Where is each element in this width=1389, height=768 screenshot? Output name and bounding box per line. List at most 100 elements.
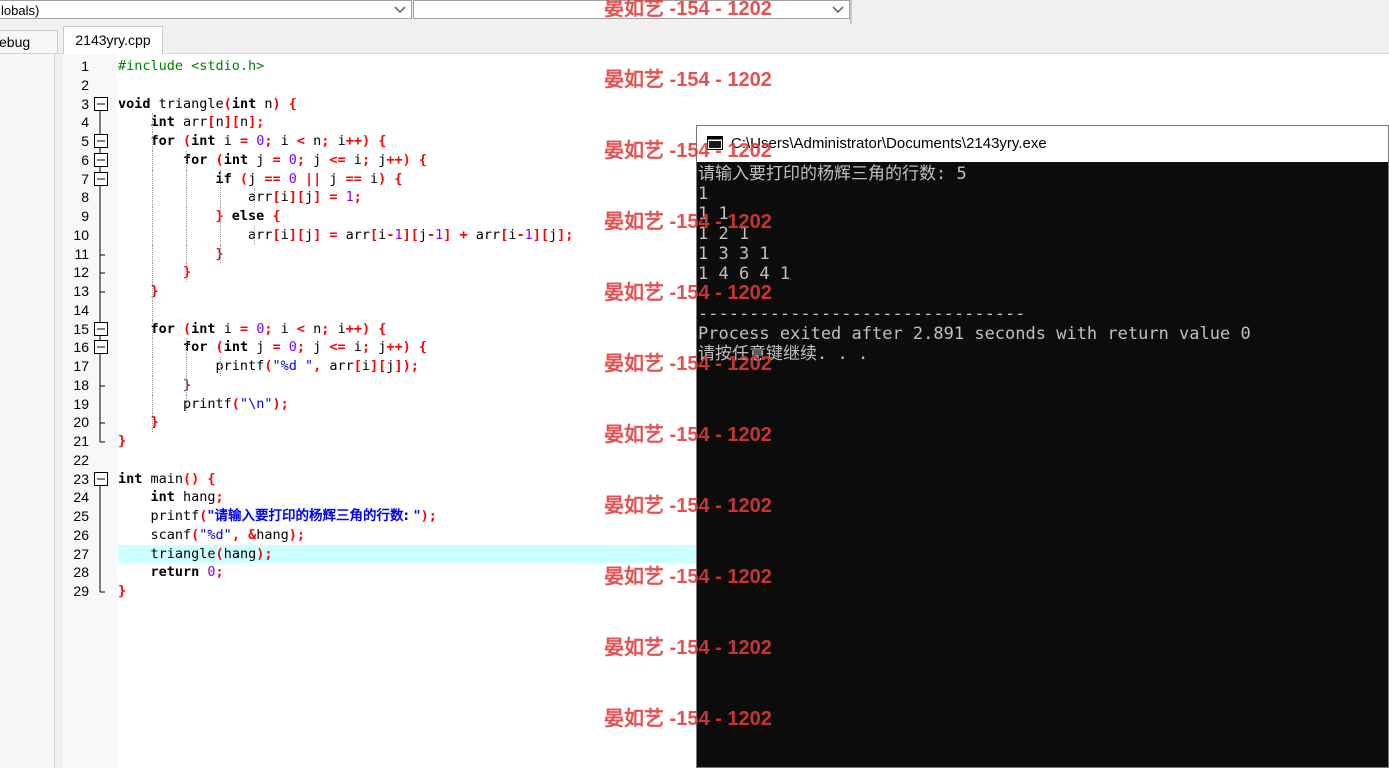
code-text[interactable]: #include <stdio.h>: [118, 57, 696, 76]
code-text[interactable]: printf("\n");: [118, 395, 696, 414]
code-token: j: [304, 226, 314, 243]
scope-combo[interactable]: lobals): [0, 0, 412, 19]
code-token: [: [353, 358, 362, 374]
code-text[interactable]: }: [118, 263, 696, 282]
code-line[interactable]: 2: [63, 76, 1389, 95]
code-token: void: [118, 95, 159, 112]
code-text[interactable]: return 0;: [118, 563, 696, 582]
console-window[interactable]: C:\Users\Administrator\Documents\2143yry…: [696, 125, 1389, 768]
fold-collapse-icon[interactable]: [93, 150, 111, 170]
code-text[interactable]: for (int i = 0; i < n; i++) {: [118, 320, 696, 339]
code-token: printf: [118, 395, 232, 412]
chevron-down-icon[interactable]: [393, 1, 407, 18]
fold-collapse-icon[interactable]: [93, 169, 111, 189]
code-token: i: [223, 133, 240, 149]
panel-splitter[interactable]: [55, 54, 63, 768]
line-number: 10: [73, 226, 89, 243]
console-title-bar[interactable]: C:\Users\Administrator\Documents\2143yry…: [697, 126, 1388, 162]
code-token: ] =: [313, 226, 346, 243]
code-text[interactable]: for (int j = 0; j <= i; j++) {: [118, 151, 696, 170]
code-text[interactable]: scanf("%d", &hang);: [118, 526, 696, 545]
fold-collapse-icon[interactable]: [93, 470, 111, 489]
line-number: 8: [81, 189, 89, 206]
code-text[interactable]: arr[i][j] = arr[i-1][j-1] + arr[i-1][j];: [118, 226, 696, 245]
code-text[interactable]: }: [118, 432, 696, 451]
indent-guide: [152, 338, 153, 357]
code-token: (: [239, 170, 249, 187]
fold-collapse-icon[interactable]: [93, 95, 111, 114]
fold-collapse-icon[interactable]: [93, 132, 111, 151]
code-token: (: [215, 545, 224, 562]
code-text[interactable]: arr[i][j] = 1;: [118, 188, 696, 207]
tab-debug[interactable]: ebug: [0, 30, 58, 53]
code-token: for: [118, 151, 216, 168]
code-text[interactable]: triangle(hang);: [118, 544, 696, 564]
code-token: (: [223, 95, 232, 112]
line-number: 1: [81, 58, 89, 74]
code-token: =: [272, 339, 289, 356]
code-text[interactable]: for (int i = 0; i < n; i++) {: [118, 132, 696, 151]
line-number: 11: [74, 245, 89, 262]
console-line: 1 1: [698, 204, 729, 224]
indent-guide: [186, 338, 187, 357]
code-token: {: [272, 208, 281, 224]
code-text[interactable]: }: [118, 582, 696, 601]
code-token: ;: [296, 339, 314, 356]
member-combo[interactable]: [413, 0, 850, 19]
code-text[interactable]: printf("%d ", arr[i][j]);: [118, 357, 696, 376]
fold-line: [93, 394, 111, 414]
code-text[interactable]: [118, 76, 696, 95]
code-token: for: [118, 339, 216, 356]
code-text[interactable]: [118, 301, 696, 320]
code-token: int: [118, 114, 184, 131]
line-number: 26: [73, 526, 89, 543]
code-text[interactable]: }: [118, 245, 696, 264]
code-text[interactable]: printf("请输入要打印的杨辉三角的行数: ");: [118, 507, 696, 526]
code-token: int: [191, 320, 224, 337]
code-text[interactable]: int hang;: [118, 488, 696, 507]
code-token: ==: [264, 170, 289, 187]
code-token: ++) {: [345, 320, 387, 337]
code-token: }: [118, 583, 127, 599]
console-line: 1 2 1: [698, 224, 750, 244]
line-number: 28: [73, 564, 89, 581]
fold-line: [93, 207, 111, 226]
code-text[interactable]: void triangle(int n) {: [118, 95, 696, 114]
code-token: , &: [231, 526, 257, 543]
code-text[interactable]: }: [118, 376, 696, 395]
code-token: i: [353, 151, 362, 168]
chevron-down-icon[interactable]: [831, 1, 845, 18]
code-text[interactable]: }: [118, 282, 696, 301]
code-token: ++) {: [386, 151, 427, 168]
indent-guide: [152, 394, 153, 414]
tab-source-file[interactable]: 2143yry.cpp: [63, 26, 163, 54]
fold-collapse-icon[interactable]: [93, 319, 111, 339]
fold-collapse-icon[interactable]: [93, 338, 111, 358]
code-text[interactable]: if (j == 0 || j == i) {: [118, 170, 696, 189]
code-text[interactable]: int main() {: [118, 470, 696, 489]
code-token: ||: [304, 170, 330, 187]
fold-end-marker: [93, 244, 111, 264]
code-token: <=: [329, 151, 354, 168]
code-token: ][: [288, 226, 305, 243]
code-token: main: [150, 470, 184, 487]
indent-guide: [186, 394, 187, 414]
code-token: ;: [361, 151, 379, 168]
code-text[interactable]: }: [118, 413, 696, 432]
code-token: ] =: [313, 189, 346, 206]
code-line[interactable]: 1 #include <stdio.h>: [63, 57, 1389, 76]
code-text[interactable]: for (int j = 0; j <= i; j++) {: [118, 338, 696, 357]
code-line[interactable]: 3 void triangle(int n) {: [63, 95, 1389, 114]
code-token: =: [272, 151, 289, 168]
code-token: ;: [215, 489, 224, 506]
code-token: ;: [264, 133, 281, 149]
code-token: i: [280, 133, 297, 149]
code-token: ][: [288, 189, 305, 206]
code-text[interactable]: [118, 451, 696, 470]
code-text[interactable]: } else {: [118, 207, 696, 226]
code-text[interactable]: int arr[n][n];: [118, 113, 696, 132]
code-token: arr: [118, 226, 273, 243]
code-token: 0: [207, 564, 216, 581]
indent-guide: [220, 225, 221, 245]
code-token: () {: [183, 470, 216, 487]
